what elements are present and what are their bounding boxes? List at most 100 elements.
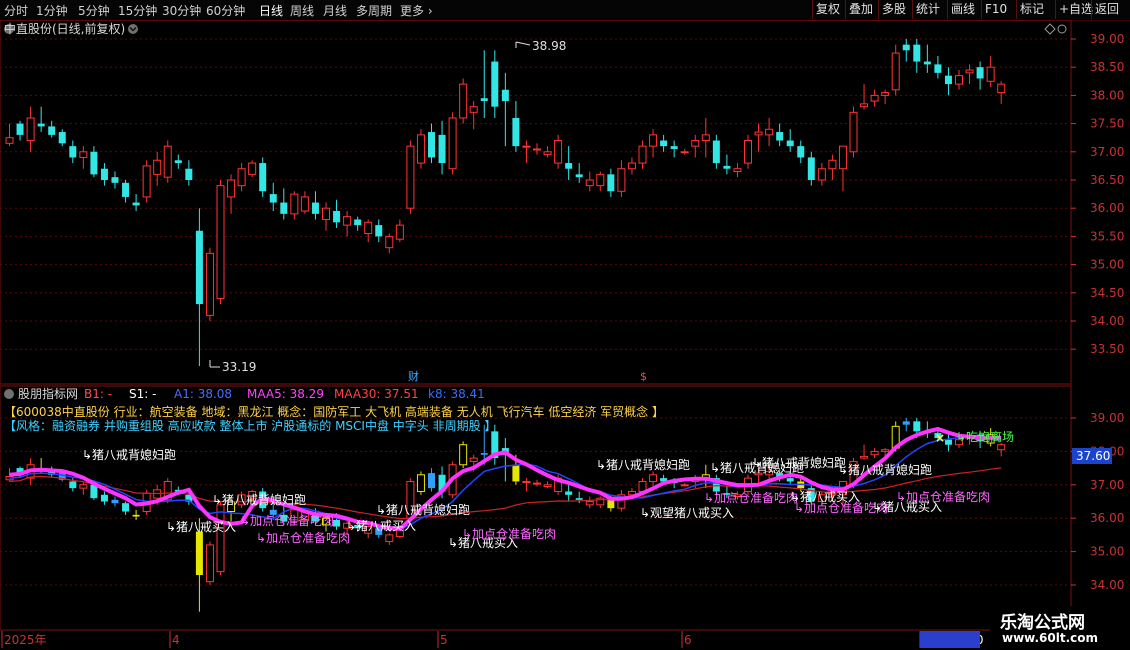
period-tab-6[interactable]: 日线 [259,2,283,19]
indicator-axis-label: 36.00 [1090,511,1124,525]
main-candle [459,83,468,119]
watermark: 乐淘公式网 www.60lt.com [990,606,1130,650]
diamond-icon[interactable] [1044,23,1056,35]
toolbar-button-7[interactable]: +自选 [1055,0,1096,19]
toolbar-button-2[interactable]: 多股 [878,0,909,19]
main-candle [691,140,700,147]
indicator-values: B1: - S1: - A1: 38.08 MAA5: 38.29 MAA30: 37.… [84,387,485,401]
main-candle [512,117,520,147]
dividend-marker[interactable]: $ [640,370,647,383]
main-axis-label: 37.00 [1090,145,1124,159]
main-candle [79,151,88,158]
indicator-value-2: A1: 38.08 [174,387,232,401]
signal-label-18: ↳加点仓准备吃肉 [896,490,990,504]
period-tab-9[interactable]: 多周期 [356,2,392,19]
indicator-candle [680,484,689,487]
main-candle [259,163,267,192]
period-tab-4[interactable]: 30分钟 [162,2,201,19]
toolbar-button-6[interactable]: 标记 [1016,0,1047,19]
toolbar-button-5[interactable]: F10 [981,0,1010,19]
period-tab-1[interactable]: 1分钟 [36,2,68,19]
main-frame [0,20,1072,385]
indicator-candle [786,478,794,482]
main-candle [122,182,130,197]
main-candle [69,146,77,158]
toolbar-button-8[interactable]: 返回 [1091,0,1122,19]
main-axis-label: 36.50 [1090,173,1124,187]
low-price-label: 33.19 [222,360,256,374]
period-tab-2[interactable]: 5分钟 [78,2,110,19]
main-candle [153,159,162,175]
indicator-candle [69,481,77,489]
main-candle [797,146,805,158]
main-candle [817,168,826,181]
main-candle [997,83,1006,94]
main-candle [90,151,98,175]
settings-icon[interactable] [1057,24,1067,34]
main-candle [111,177,119,183]
main-candle [100,168,108,180]
kline-chart: ↳猪八戒背媳妇跑 ↳猪八戒买入 ↳猪八戒背媳妇跑 ↳加点仓准备吃肉 ↳加点仓准备吃肉 ↳猪… [0,20,1130,648]
main-candle [870,94,879,102]
main-candle [944,75,952,85]
main-candle [343,216,352,226]
main-candle [965,69,974,74]
main-candle [491,61,499,107]
indicator-candle [575,498,583,500]
main-candle [680,151,689,154]
main-candle [838,145,847,170]
main-candle [607,174,615,192]
indicator-candle [132,514,140,517]
signal-label-6: ↳猪八戒背媳妇跑 [376,502,470,517]
main-price-axis: 39.00 38.50 38.00 37.50 37.00 36.50 36.00 35.50… [1071,32,1124,356]
indicator-menu-icon[interactable] [4,389,14,399]
main-candle [627,162,636,170]
main-axis-label: 38.00 [1090,88,1124,102]
high-price-label: 38.98 [532,39,566,53]
period-tab-10[interactable]: 更多 › [400,2,433,19]
main-candle [322,207,330,220]
period-tab-8[interactable]: 月线 [323,2,347,19]
main-candle [501,89,509,102]
toolbar-button-4[interactable]: 画线 [947,0,978,19]
main-candle [776,132,784,141]
main-candle [16,123,24,135]
main-axis-label: 37.50 [1090,117,1124,131]
signal-label-5: ↳猪八戒买入 [346,519,416,533]
main-candle [554,140,563,164]
main-candle [807,157,815,180]
main-candle [638,145,647,164]
main-candle [195,230,203,305]
main-candle [333,211,341,223]
main-candle [902,44,910,51]
finance-marker[interactable]: 财 [408,369,419,383]
signal-label-4: ↳加点仓准备吃肉 [256,531,350,545]
period-tab-5[interactable]: 60分钟 [206,2,245,19]
indicator-value-5: k8: 38.41 [428,387,485,401]
toolbar-button-1[interactable]: 叠加 [845,0,876,19]
main-candle [712,140,720,164]
period-tab-0[interactable]: 分时 [4,2,28,19]
toolbar-button-3[interactable]: 统计 [912,0,943,19]
main-candle [828,159,837,170]
chevron-down-icon[interactable] [128,24,138,34]
date-label-1: 4 [172,633,180,647]
signal-label-3: ↳加点仓准备吃肉 [240,514,334,528]
main-candle [438,134,446,164]
signal-label-9: ↳猪八戒背媳妇跑 [596,457,690,472]
indicator-candle [459,444,468,466]
signal-label-11: ↳加点仓准备吃肉 [704,491,798,505]
signal-label-13: ↳猪八戒背媳妇跑 [752,455,846,470]
indicator-candle [428,473,435,489]
current-price-value: 37.60 [1076,449,1110,463]
indicator-candle [100,494,108,502]
main-candle [395,224,404,240]
period-tab-3[interactable]: 15分钟 [118,2,157,19]
indicator-value-3: MAA5: 38.29 [247,387,324,401]
toolbar-button-0[interactable]: 复权 [812,0,843,19]
period-tab-7[interactable]: 周线 [290,2,314,19]
period-toolbar: 分时 1分钟 5分钟 15分钟 30分钟 60分钟 日线 周线 月线 多周期 更多 › 复权 叠加 多股… [0,0,1130,21]
date-label-3: 6 [684,633,692,647]
exit-x-icon: × [935,431,945,445]
main-candle [533,148,541,151]
